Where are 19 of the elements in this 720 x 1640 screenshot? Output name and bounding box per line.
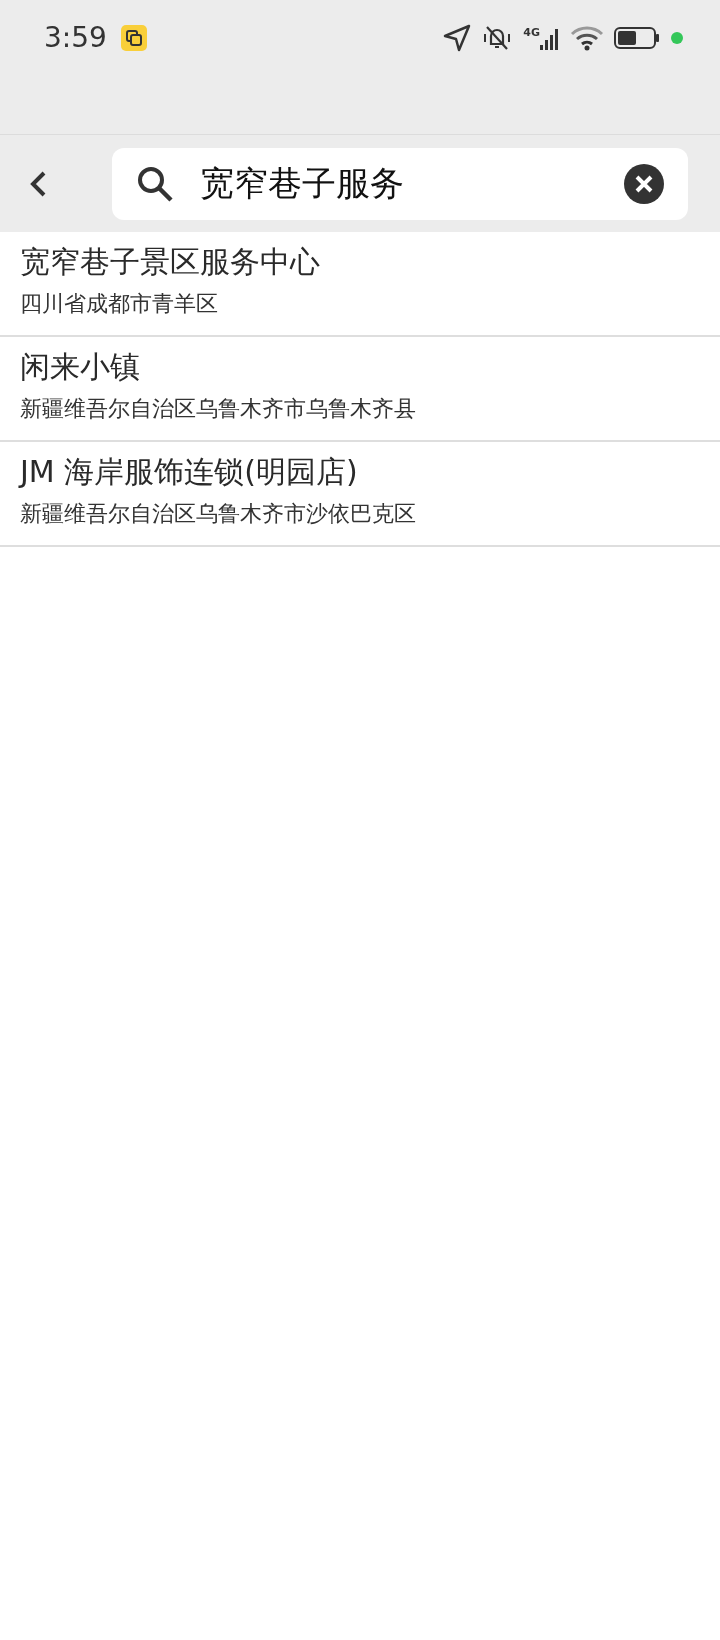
- place-address: 四川省成都市青羊区: [20, 290, 219, 318]
- place-address: 新疆维吾尔自治区乌鲁木齐市沙依巴克区: [20, 500, 417, 528]
- result-item[interactable]: 宽窄巷子景区服务中心 四川省成都市青羊区: [0, 232, 720, 337]
- location-icon: [443, 24, 472, 52]
- clear-icon[interactable]: [624, 163, 664, 204]
- place-name: JM 海岸服饰连锁(明园店): [20, 453, 359, 491]
- notification-icon: [120, 25, 147, 51]
- network-label: 4G: [523, 27, 540, 39]
- result-item[interactable]: 闲来小镇 新疆维吾尔自治区乌鲁木齐市乌鲁木齐县: [0, 337, 720, 442]
- search-icon: [136, 164, 174, 203]
- status-time: 3:59: [44, 20, 107, 56]
- result-item[interactable]: JM 海岸服饰连锁(明园店) 新疆维吾尔自治区乌鲁木齐市沙依巴克区: [0, 442, 720, 547]
- battery-icon: [614, 27, 660, 49]
- place-name: 闲来小镇: [20, 348, 141, 386]
- place-address: 新疆维吾尔自治区乌鲁木齐市乌鲁木齐县: [20, 395, 417, 423]
- search-bar[interactable]: 宽窄巷子服务: [112, 147, 688, 220]
- status-dot-icon: [670, 31, 684, 45]
- place-name: 宽窄巷子景区服务中心: [20, 243, 321, 281]
- wifi-icon: [570, 25, 604, 51]
